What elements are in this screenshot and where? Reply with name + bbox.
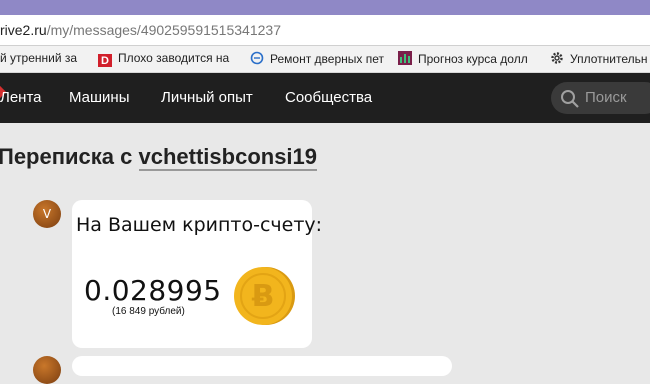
title-prefix: Переписка с — [0, 144, 133, 169]
avatar[interactable] — [33, 356, 61, 384]
username-link[interactable]: vchettisbconsi19 — [138, 144, 318, 171]
gear-icon — [550, 51, 564, 65]
bookmark-item[interactable]: Уплотнительн — [550, 51, 650, 67]
amount-rub: (16 849 рублей) — [112, 306, 185, 317]
page-title: Переписка с vchettisbconsi19 — [0, 144, 318, 171]
chart-favicon-icon — [398, 51, 412, 65]
bookmark-item[interactable]: Прогноз курса долл — [398, 51, 538, 67]
site-navbar: Лента Машины Личный опыт Сообщества Поис… — [0, 73, 650, 123]
browser-top-strip — [0, 0, 650, 15]
search-input[interactable]: Поиск — [551, 82, 650, 114]
search-icon — [561, 90, 579, 108]
bookmark-label: й утренний за — [0, 51, 78, 65]
nav-item-cars[interactable]: Машины — [69, 89, 129, 106]
url-text[interactable]: rive2.ru/my/messages/490259591515341237 — [0, 22, 281, 38]
nav-item-feed[interactable]: Лента — [0, 89, 42, 106]
svg-text:Ƀ: Ƀ — [252, 279, 275, 314]
bookmark-item[interactable]: й утренний за — [0, 51, 86, 67]
bookmark-label: Прогноз курса долл — [418, 52, 528, 66]
bookmark-label: Плохо заводится на — [118, 51, 230, 65]
avatar[interactable]: V — [33, 200, 61, 228]
message-bubble — [72, 356, 452, 376]
bitcoin-coin-icon: Ƀ — [232, 264, 296, 332]
d-favicon-icon: D — [98, 54, 112, 67]
bookmark-label: Ремонт дверных пет — [270, 52, 384, 66]
crypto-amount: 0.028995 — [84, 274, 222, 307]
search-placeholder: Поиск — [585, 89, 627, 106]
url-domain: rive2.ru — [0, 22, 47, 38]
url-path: /my/messages/490259591515341237 — [46, 22, 281, 38]
bookmark-item[interactable]: Ремонт дверных пет — [250, 51, 384, 67]
nav-item-experience[interactable]: Личный опыт — [161, 89, 253, 106]
bookmark-label: Уплотнительн — [570, 52, 648, 66]
bookmark-item[interactable]: D Плохо заводится на — [98, 51, 236, 67]
message-label: На Вашем крипто-счету: — [76, 214, 323, 236]
nav-item-communities[interactable]: Сообщества — [285, 89, 372, 106]
bookmarks-bar: й утренний за D Плохо заводится на Ремонт… — [0, 46, 650, 73]
message-bubble: На Вашем крипто-счету: 0.028995 (16 849 … — [72, 200, 322, 348]
address-bar[interactable]: rive2.ru/my/messages/490259591515341237 — [0, 15, 650, 46]
e-favicon-icon — [250, 51, 264, 65]
